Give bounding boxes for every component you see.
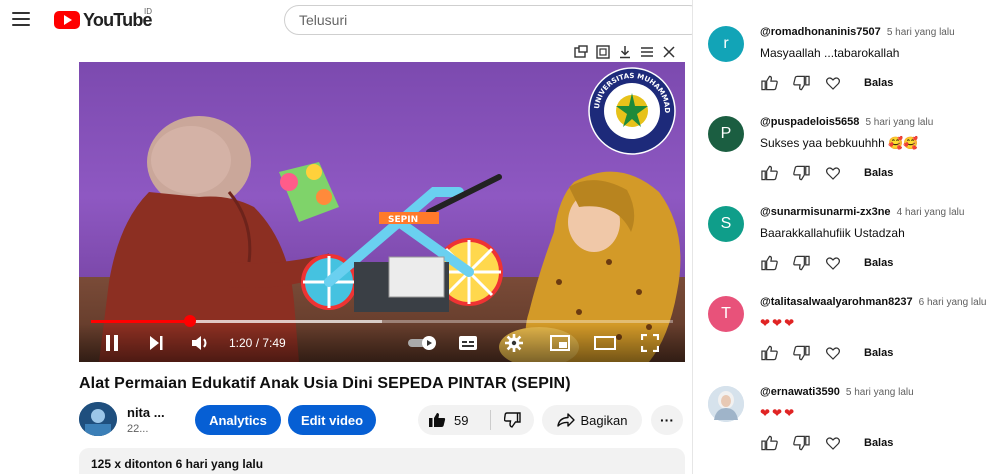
theater-mode-icon[interactable]	[593, 332, 617, 354]
window-controls	[574, 44, 676, 60]
like-dislike-group: 59	[418, 405, 534, 435]
video-title: Alat Permaian Edukatif Anak Usia Dini SE…	[79, 375, 571, 392]
comment-author[interactable]: @puspadelois5658	[760, 116, 859, 128]
region-code: ID	[144, 7, 152, 16]
comment-item: r @romadhonaninis7507 5 hari yang lalu M…	[700, 0, 1002, 91]
miniplayer-icon[interactable]	[549, 332, 571, 354]
comment-avatar[interactable]: r	[708, 26, 744, 62]
expand-icon[interactable]	[596, 45, 610, 59]
fullscreen-icon[interactable]	[639, 332, 661, 354]
comment-text: ❤❤❤	[760, 406, 797, 420]
comment-heart-icon[interactable]	[824, 434, 842, 452]
close-icon[interactable]	[662, 45, 676, 59]
share-label: Bagikan	[580, 412, 628, 428]
comment-item: S @sunarmisunarmi-zx3ne 4 hari yang lalu…	[700, 180, 1002, 271]
download-icon[interactable]	[618, 45, 632, 59]
comment-author[interactable]: @romadhonaninis7507	[760, 26, 881, 38]
dislike-button[interactable]	[491, 405, 534, 435]
logo-text: YouTube	[83, 9, 153, 30]
player-controls: 1:20 / 7:49	[79, 324, 685, 362]
reply-button[interactable]: Balas	[864, 77, 893, 89]
share-arrow-icon	[556, 413, 575, 427]
youtube-logo[interactable]: YouTube	[54, 9, 153, 30]
reply-button[interactable]: Balas	[864, 437, 893, 449]
comment-author[interactable]: @ernawati3590	[760, 386, 840, 398]
comments-list: r @romadhonaninis7507 5 hari yang lalu M…	[700, 0, 1002, 474]
bike-label: SEPIN	[388, 215, 418, 225]
comment-time[interactable]: 5 hari yang lalu	[887, 27, 955, 38]
picture-in-picture-icon[interactable]	[574, 45, 588, 59]
comment-header: @sunarmisunarmi-zx3ne 4 hari yang lalu	[760, 206, 964, 218]
comment-item: P @puspadelois5658 5 hari yang lalu Suks…	[700, 90, 1002, 181]
time-display: 1:20 / 7:49	[229, 336, 286, 350]
bike-educational-toy: SEPIN	[279, 162, 503, 312]
comment-author[interactable]: @talitasalwaalyarohman8237	[760, 296, 913, 308]
progress-bar[interactable]	[91, 315, 673, 327]
thumbs-down-icon	[503, 412, 521, 428]
user-photo-icon	[708, 386, 744, 422]
comment-text: ❤❤❤	[760, 316, 797, 330]
comment-header: @romadhonaninis7507 5 hari yang lalu	[760, 26, 955, 38]
edit-video-button[interactable]: Edit video	[288, 405, 376, 435]
comment-item: T @talitasalwaalyarohman8237 6 hari yang…	[700, 270, 1002, 361]
comment-text: Baarakkallahufiik Ustadzah	[760, 226, 905, 240]
comment-header: @ernawati3590 5 hari yang lalu	[760, 386, 914, 398]
comment-item: @ernawati3590 5 hari yang lalu ❤❤❤ Balas	[700, 360, 1002, 452]
comment-avatar[interactable]	[708, 386, 744, 422]
pause-icon[interactable]	[101, 332, 123, 354]
comment-header: @talitasalwaalyarohman8237 6 hari yang l…	[760, 296, 986, 308]
comment-dislike-icon[interactable]	[792, 434, 810, 452]
youtube-play-icon	[54, 11, 80, 29]
comment-like-icon[interactable]	[760, 434, 778, 452]
comment-time[interactable]: 5 hari yang lalu	[865, 117, 933, 128]
share-button[interactable]: Bagikan	[542, 405, 642, 435]
search-placeholder: Telusuri	[299, 12, 348, 28]
comment-text: Sukses yaa bebkuuhhh 🥰🥰	[760, 136, 918, 150]
channel-avatar[interactable]	[79, 402, 117, 436]
comment-header: @puspadelois5658 5 hari yang lalu	[760, 116, 933, 128]
volume-icon[interactable]	[189, 332, 213, 354]
comment-avatar[interactable]: P	[708, 116, 744, 152]
reply-button[interactable]: Balas	[864, 347, 893, 359]
comment-avatar[interactable]: T	[708, 296, 744, 332]
description-box[interactable]: 125 x ditonton 6 hari yang lalu	[79, 448, 685, 474]
comment-avatar[interactable]: S	[708, 206, 744, 242]
played-bar	[91, 320, 190, 323]
subscriber-count: 22...	[127, 423, 149, 435]
video-player[interactable]: SEPIN UNIVERSITAS MUHAMMADIYAH PONOROGO	[79, 62, 685, 362]
next-icon[interactable]	[145, 332, 167, 354]
comment-time[interactable]: 5 hari yang lalu	[846, 387, 914, 398]
like-button[interactable]: 59	[418, 405, 490, 435]
menu-icon[interactable]	[12, 12, 30, 26]
reply-button[interactable]: Balas	[864, 257, 893, 269]
analytics-button[interactable]: Analytics	[195, 405, 281, 435]
subtitles-icon[interactable]	[457, 332, 479, 354]
thumbs-up-icon	[429, 413, 446, 427]
channel-name[interactable]: nita ...	[127, 405, 165, 420]
more-actions-button[interactable]: ···	[651, 405, 683, 435]
main-column: YouTube ID Telusuri SEPIN UNIVERSITAS MU…	[0, 0, 692, 474]
menu-lines-icon[interactable]	[640, 45, 654, 59]
column-divider	[692, 0, 693, 474]
autoplay-toggle-icon[interactable]	[407, 332, 439, 354]
comment-text: Masyaallah ...tabarokallah	[760, 46, 900, 60]
views-and-date: 125 x ditonton 6 hari yang lalu	[91, 457, 264, 471]
comment-time[interactable]: 6 hari yang lalu	[919, 297, 987, 308]
comment-actions: Balas	[760, 434, 893, 452]
comment-author[interactable]: @sunarmisunarmi-zx3ne	[760, 206, 891, 218]
search-input[interactable]: Telusuri	[284, 5, 692, 35]
university-seal: UNIVERSITAS MUHAMMADIYAH PONOROGO	[587, 66, 676, 155]
reply-button[interactable]: Balas	[864, 167, 893, 179]
comment-time[interactable]: 4 hari yang lalu	[897, 207, 965, 218]
masthead: YouTube ID Telusuri	[0, 0, 692, 40]
settings-gear-icon[interactable]	[503, 332, 525, 354]
like-count: 59	[454, 412, 469, 428]
